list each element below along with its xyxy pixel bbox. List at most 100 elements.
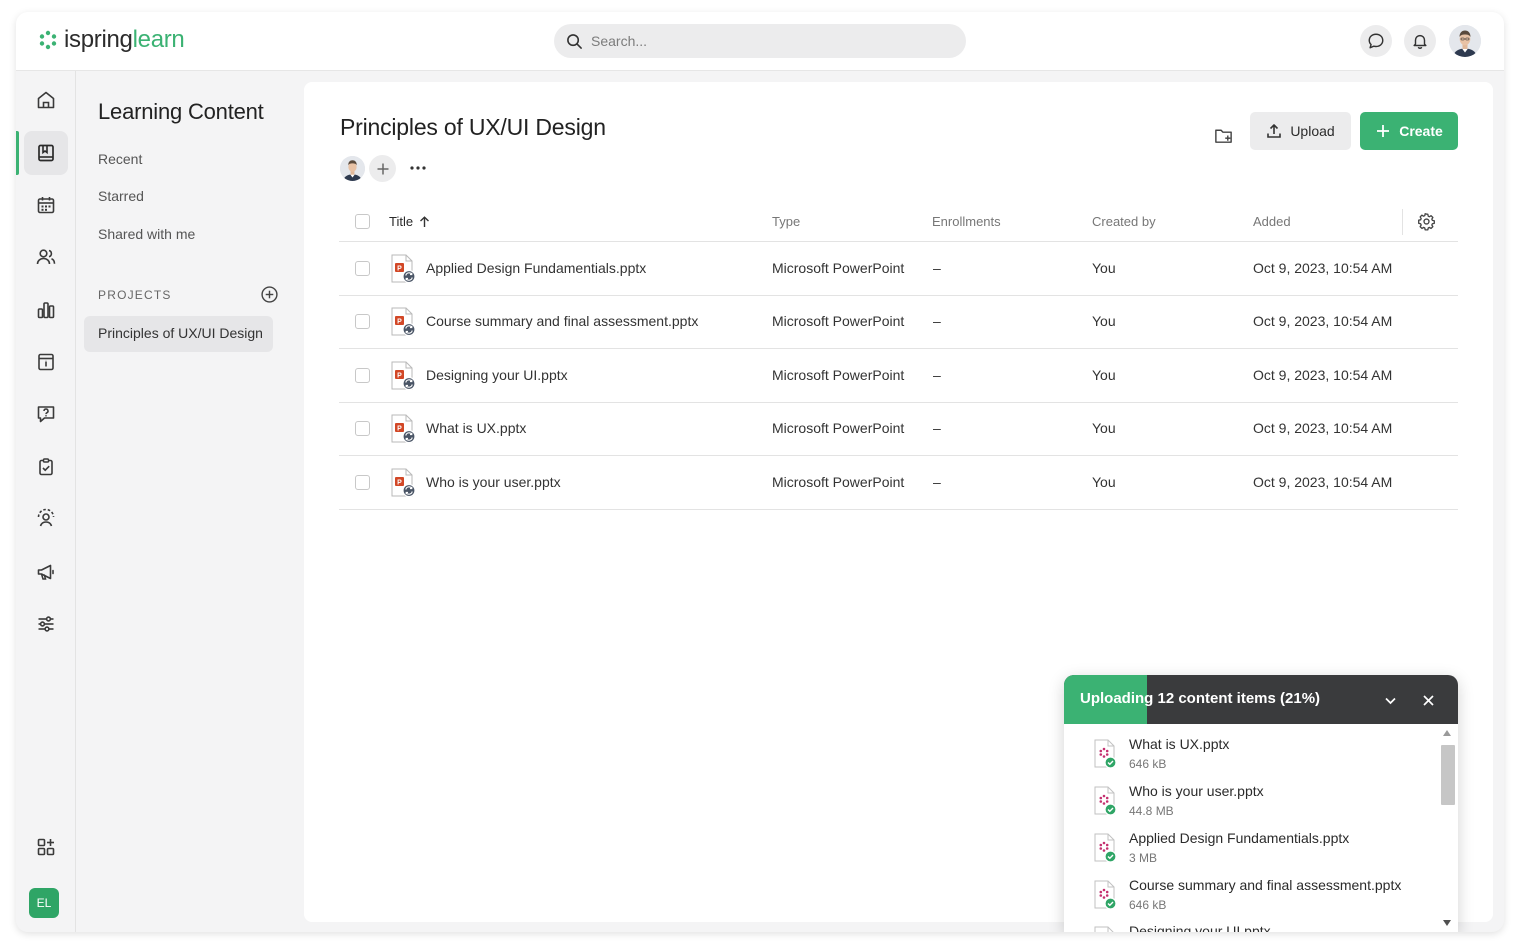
row-title[interactable]: Applied Design Fundamentials.pptx [426, 260, 646, 276]
svg-text:P: P [397, 425, 402, 432]
powerpoint-file-icon: P [390, 468, 416, 498]
projects-heading: PROJECTS [98, 288, 172, 302]
owner-photo-icon [340, 156, 365, 181]
rail-add-widget[interactable] [24, 825, 68, 869]
nav-link-recent[interactable]: Recent [98, 151, 142, 167]
column-added[interactable]: Added [1253, 214, 1291, 229]
sidenav-title: Learning Content [98, 99, 264, 124]
notifications-button[interactable] [1404, 25, 1436, 57]
row-checkbox[interactable] [355, 314, 370, 329]
add-member-button[interactable] [369, 155, 396, 182]
table-row[interactable]: P What is UX.pptx Microsoft PowerPoint –… [339, 402, 1458, 456]
gear-icon [1418, 213, 1435, 231]
nav-link-starred[interactable]: Starred [98, 188, 144, 204]
content-sidenav: Learning Content Recent Starred Shared w… [77, 71, 303, 932]
scroll-up-arrow[interactable] [1443, 730, 1451, 736]
row-checkbox[interactable] [355, 261, 370, 276]
upload-item-size: 3 MB [1129, 851, 1158, 865]
upload-item: What is UX.pptx 646 kB [1093, 736, 1433, 780]
user-initials-badge[interactable]: EL [29, 888, 59, 918]
column-type[interactable]: Type [772, 214, 800, 229]
rail-user-settings[interactable] [24, 497, 68, 541]
rail-settings[interactable] [24, 602, 68, 646]
more-options-button[interactable] [406, 158, 430, 178]
row-checkbox[interactable] [355, 475, 370, 490]
add-project-button[interactable] [259, 284, 279, 304]
column-created-by[interactable]: Created by [1092, 214, 1156, 229]
column-settings-button[interactable] [1417, 212, 1437, 232]
upload-item-name: Designing your UI.pptx [1129, 923, 1271, 932]
more-horizontal-icon [410, 166, 426, 170]
rail-announcements[interactable] [24, 550, 68, 594]
upload-button[interactable]: Upload [1250, 112, 1351, 150]
upload-file-icon [1093, 833, 1117, 863]
rail-users[interactable] [24, 235, 68, 279]
collapse-panel-button[interactable] [1380, 690, 1400, 710]
rail-reports[interactable] [24, 288, 68, 332]
search-input[interactable] [591, 33, 951, 49]
upload-progress-panel: Uploading 12 content items (21%) What is… [1064, 675, 1458, 932]
search-box[interactable] [554, 24, 966, 58]
user-photo-icon [1449, 25, 1481, 57]
upload-item-name: Who is your user.pptx [1129, 783, 1264, 799]
upload-icon [1267, 124, 1282, 138]
plus-icon [1377, 125, 1390, 137]
row-added: Oct 9, 2023, 10:54 AM [1253, 420, 1393, 436]
megaphone-icon [37, 564, 54, 580]
upload-item-size: 646 kB [1129, 757, 1167, 771]
upload-file-icon [1093, 786, 1117, 816]
home-icon [37, 91, 55, 109]
close-panel-button[interactable] [1418, 690, 1438, 710]
select-all-checkbox[interactable] [355, 214, 370, 229]
row-created-by: You [1092, 313, 1116, 329]
chat-button[interactable] [1360, 25, 1392, 57]
owner-avatar[interactable] [340, 156, 365, 181]
rail-home[interactable] [24, 78, 68, 122]
create-button[interactable]: Create [1360, 112, 1458, 150]
row-title[interactable]: Course summary and final assessment.pptx [426, 313, 698, 329]
upload-panel-title: Uploading 12 content items (21%) [1080, 690, 1321, 707]
row-created-by: You [1092, 367, 1116, 383]
row-type: Microsoft PowerPoint [772, 313, 905, 329]
row-title[interactable]: Designing your UI.pptx [426, 367, 568, 383]
rail-questions[interactable] [24, 392, 68, 436]
row-created-by: You [1092, 420, 1116, 436]
rail-info[interactable] [24, 340, 68, 384]
nav-link-shared[interactable]: Shared with me [98, 226, 195, 242]
rail-calendar[interactable] [24, 183, 68, 227]
project-item-active[interactable]: Principles of UX/UI Design [84, 316, 273, 352]
column-title-label: Title [389, 214, 414, 229]
rail-assignments[interactable] [24, 445, 68, 489]
upload-item-name: Applied Design Fundamentials.pptx [1129, 830, 1350, 846]
row-created-by: You [1092, 260, 1116, 276]
active-indicator [16, 131, 19, 175]
user-avatar[interactable] [1449, 25, 1481, 57]
scroll-thumb[interactable] [1441, 745, 1455, 805]
row-checkbox[interactable] [355, 368, 370, 383]
row-title[interactable]: Who is your user.pptx [426, 474, 561, 490]
column-title[interactable]: Title [389, 214, 430, 229]
table-row[interactable]: P Applied Design Fundamentials.pptx Micr… [339, 242, 1458, 296]
folder-plus-icon [1214, 129, 1232, 143]
upload-items-list: What is UX.pptx 646 kB Who is your user.… [1064, 724, 1438, 932]
table-row[interactable]: P Who is your user.pptx Microsoft PowerP… [339, 456, 1458, 510]
top-bar: ispringlearn [16, 12, 1504, 71]
ispring-learn-logo[interactable]: ispringlearn [38, 26, 185, 54]
upload-file-icon [1093, 926, 1117, 932]
upload-item-name: What is UX.pptx [1129, 736, 1230, 752]
table-row[interactable]: P Course summary and final assessment.pp… [339, 295, 1458, 349]
new-folder-button[interactable] [1208, 120, 1238, 150]
chat-bubble-icon [1368, 33, 1384, 49]
row-title[interactable]: What is UX.pptx [426, 420, 526, 436]
row-checkbox[interactable] [355, 421, 370, 436]
powerpoint-file-icon: P [390, 414, 416, 444]
rail-learning-content[interactable] [24, 131, 68, 175]
table-row[interactable]: P Designing your UI.pptx Microsoft Power… [339, 349, 1458, 403]
svg-text:P: P [397, 265, 402, 272]
scroll-down-arrow[interactable] [1443, 920, 1451, 926]
row-type: Microsoft PowerPoint [772, 260, 905, 276]
library-book-icon [38, 144, 54, 162]
upload-list-scrollbar[interactable] [1438, 724, 1458, 932]
plus-icon [377, 163, 388, 174]
column-enrollments[interactable]: Enrollments [932, 214, 1001, 229]
